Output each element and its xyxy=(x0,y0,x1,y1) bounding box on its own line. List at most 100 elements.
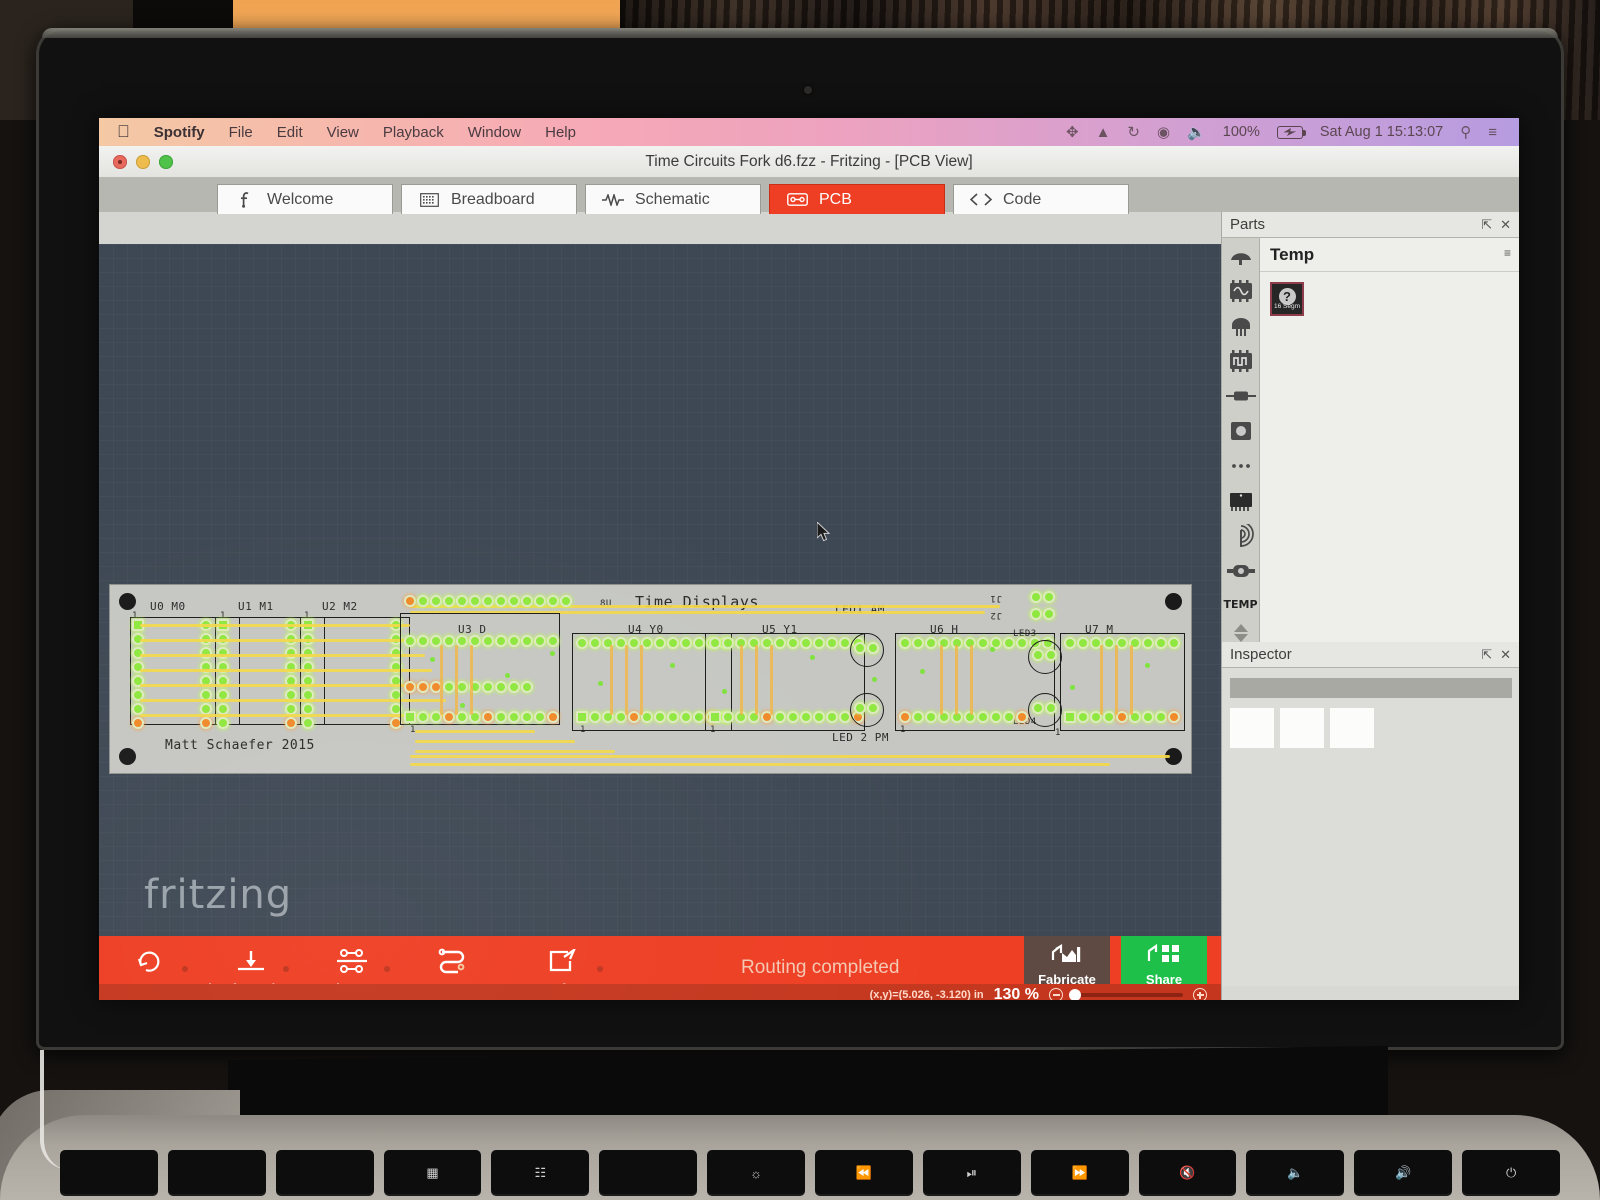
key-f4[interactable]: ☷ xyxy=(491,1150,590,1196)
notification-center-icon[interactable]: ≡ xyxy=(1488,125,1497,140)
minimize-window-button[interactable] xyxy=(136,155,150,169)
pcb-board[interactable]: Time Displays Matt Schaefer 2015 U0 M0 U… xyxy=(109,584,1192,774)
pad-pair-j2 xyxy=(1030,608,1055,620)
inspector-preview-pcb[interactable] xyxy=(1330,708,1374,748)
part-icon-microcontroller[interactable] xyxy=(1225,487,1257,515)
window-title: Time Circuits Fork d6.fzz - Fritzing - [… xyxy=(645,152,973,170)
undock-icon[interactable]: ⇱ xyxy=(1481,217,1492,233)
part-item-16-segment[interactable]: ? 16 Segm xyxy=(1270,282,1304,316)
pcb-canvas[interactable]: fritzing Time Displays Matt Schaefer 201… xyxy=(99,244,1221,936)
zoom-out-icon[interactable] xyxy=(1049,988,1063,1000)
menu-app-name[interactable]: Spotify xyxy=(154,124,205,141)
apple-logo-icon[interactable]:  xyxy=(117,122,130,142)
webcam-icon xyxy=(804,86,812,94)
key-f12[interactable]: 🔊 xyxy=(1354,1150,1453,1196)
timemachine-icon[interactable]: ↻ xyxy=(1127,125,1140,140)
tab-breadboard-label: Breadboard xyxy=(451,190,535,208)
tab-schematic[interactable]: Schematic xyxy=(585,184,761,214)
export-dropdown-caret[interactable] xyxy=(597,966,603,972)
tab-welcome-label: Welcome xyxy=(267,190,334,208)
routing-status-message: Routing completed xyxy=(741,957,900,978)
part-icon-motor[interactable] xyxy=(1225,557,1257,585)
pad-column xyxy=(285,619,297,729)
menu-item-window[interactable]: Window xyxy=(468,124,521,141)
part-icon-ic-analog[interactable] xyxy=(1225,277,1257,305)
view-dropdown-caret[interactable] xyxy=(283,966,289,972)
search-icon[interactable]: ⚲ xyxy=(1460,125,1471,140)
bin-menu-icon[interactable]: ≡ xyxy=(1504,246,1511,260)
silk-label-j2: J2 xyxy=(990,610,1002,620)
key-f11[interactable]: 🔈 xyxy=(1246,1150,1345,1196)
volume-icon[interactable]: 🔈 xyxy=(1187,125,1206,140)
zoom-in-icon[interactable] xyxy=(1193,988,1207,1000)
part-icon-capacitor[interactable] xyxy=(1225,242,1257,270)
inspector-preview-breadboard[interactable] xyxy=(1230,708,1274,748)
mouse-cursor xyxy=(816,520,833,544)
ic-outline-u3[interactable] xyxy=(400,613,560,725)
close-window-button[interactable] xyxy=(113,155,127,169)
part-icon-pushbutton[interactable] xyxy=(1225,417,1257,445)
pad-column xyxy=(217,619,229,729)
inspector-undock-icon[interactable]: ⇱ xyxy=(1481,647,1492,663)
pad-row xyxy=(576,637,731,649)
part-icon-transistor[interactable] xyxy=(1225,312,1257,340)
wifi-icon[interactable]: ◉ xyxy=(1157,125,1170,140)
tab-pcb[interactable]: PCB xyxy=(769,184,945,214)
key-f8[interactable]: ⏯ xyxy=(922,1150,1021,1196)
mac-menu-bar:  Spotify File Edit View Playback Window… xyxy=(99,118,1519,146)
pad-column xyxy=(132,619,144,729)
parts-bin-scroll-arrows[interactable] xyxy=(1233,624,1248,642)
parts-bin-rail[interactable]: TEMP xyxy=(1222,238,1260,642)
rotate-dropdown-caret[interactable] xyxy=(182,966,188,972)
parts-panel-body: TEMP Temp ? 16 Segm ≡ xyxy=(1222,238,1519,642)
scroll-up-icon xyxy=(1233,624,1248,632)
photo-scene:  Spotify File Edit View Playback Window… xyxy=(0,0,1600,1200)
pad-row xyxy=(1064,711,1180,723)
battery-icon[interactable] xyxy=(1276,125,1306,139)
tab-welcome[interactable]: Welcome xyxy=(217,184,393,214)
layers-dropdown-caret[interactable] xyxy=(384,966,390,972)
key-f1[interactable] xyxy=(167,1150,266,1196)
menu-item-help[interactable]: Help xyxy=(545,124,576,141)
inspector-title-bar xyxy=(1230,678,1512,698)
pad-pair xyxy=(1032,702,1057,714)
tab-code[interactable]: Code xyxy=(953,184,1129,214)
tab-schematic-label: Schematic xyxy=(635,190,710,208)
pad-pair-j1 xyxy=(1030,591,1055,603)
key-f7[interactable]: ⏪ xyxy=(815,1150,913,1196)
waveform-icon xyxy=(602,192,624,208)
dropbox-icon[interactable]: ✥ xyxy=(1066,125,1079,140)
part-icon-more[interactable] xyxy=(1225,452,1257,480)
key-f2[interactable] xyxy=(275,1150,374,1196)
key-esc[interactable] xyxy=(60,1150,158,1196)
part-icon-antenna[interactable] xyxy=(1225,522,1257,550)
key-f9[interactable]: ⏩ xyxy=(1030,1150,1129,1196)
key-f5[interactable] xyxy=(599,1150,698,1196)
pcb-status-bar: (x,y)=(5.026, -3.120) in 130 % xyxy=(99,984,1221,1000)
key-power[interactable]: ⏻ xyxy=(1462,1150,1561,1196)
menu-item-file[interactable]: File xyxy=(229,124,253,141)
menu-item-edit[interactable]: Edit xyxy=(277,124,303,141)
pcb-icon xyxy=(786,192,808,208)
menu-item-view[interactable]: View xyxy=(327,124,359,141)
drive-icon[interactable]: ▲ xyxy=(1096,125,1111,140)
key-f10[interactable]: 🔇 xyxy=(1138,1150,1237,1196)
keyboard-function-row[interactable]: ▦ ☷ ☼ ⏪ ⏯ ⏩ 🔇 🔈 🔊 ⏻ xyxy=(60,1150,1561,1200)
inspector-close-icon[interactable]: ✕ xyxy=(1500,647,1511,663)
key-f6[interactable]: ☼ xyxy=(707,1150,806,1196)
inspector-preview-schematic[interactable] xyxy=(1280,708,1324,748)
menu-item-playback[interactable]: Playback xyxy=(383,124,444,141)
tab-breadboard[interactable]: Breadboard xyxy=(401,184,577,214)
close-icon[interactable]: ✕ xyxy=(1500,217,1511,233)
both-layers-icon xyxy=(335,946,369,976)
parts-bin-content: Temp ? 16 Segm ≡ xyxy=(1260,238,1519,642)
fritzing-window: Time Circuits Fork d6.fzz - Fritzing - [… xyxy=(99,146,1519,1000)
zoom-slider-handle[interactable] xyxy=(1069,989,1081,1000)
window-title-bar: Time Circuits Fork d6.fzz - Fritzing - [… xyxy=(99,146,1519,178)
pad-row xyxy=(709,637,864,649)
part-icon-logic-ic[interactable] xyxy=(1225,347,1257,375)
maximize-window-button[interactable] xyxy=(159,155,173,169)
zoom-slider[interactable] xyxy=(1069,989,1183,1000)
key-f3[interactable]: ▦ xyxy=(383,1150,482,1196)
part-icon-resistor[interactable] xyxy=(1225,382,1257,410)
